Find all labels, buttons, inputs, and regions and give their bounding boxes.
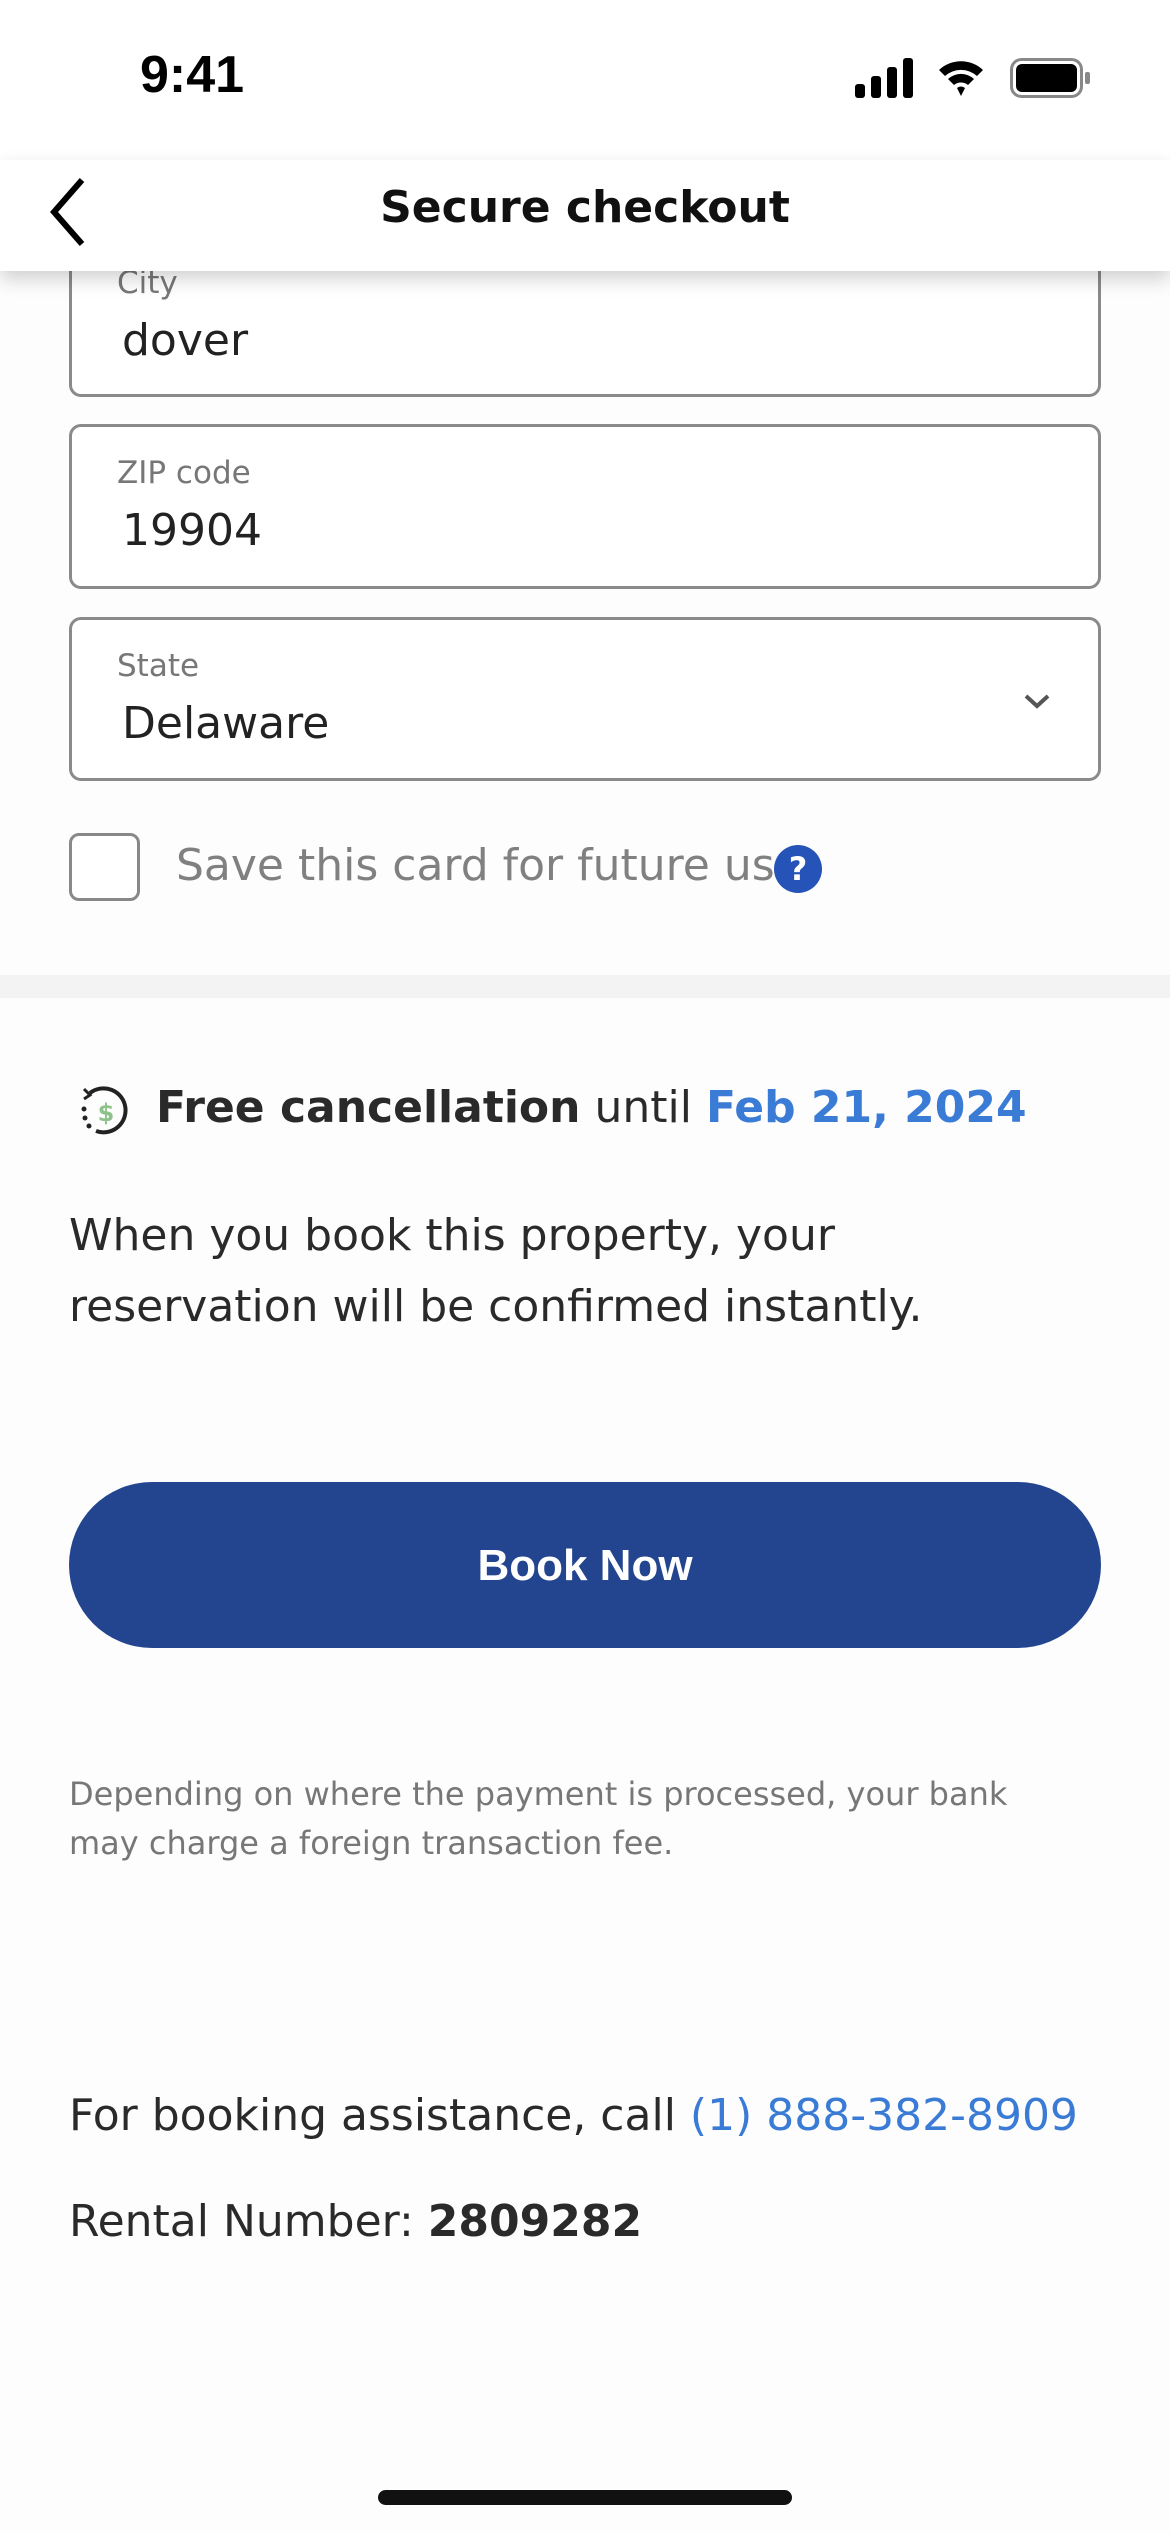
- confirmation-text: When you book this property, your reserv…: [69, 1210, 923, 1332]
- state-select[interactable]: State Delaware: [69, 617, 1101, 781]
- phone-link[interactable]: (1) 888-382-8909: [690, 2090, 1078, 2141]
- home-indicator[interactable]: [378, 2490, 792, 2505]
- assistance-label: For booking assistance, call: [69, 2090, 676, 2141]
- signal-icon: [855, 58, 913, 98]
- state-value: Delaware: [122, 698, 330, 749]
- nav-header: Secure checkout: [0, 160, 1170, 271]
- svg-text:$: $: [98, 1099, 115, 1127]
- rental-value: 2809282: [427, 2196, 643, 2247]
- state-label: State: [117, 648, 200, 684]
- fee-notice: Depending on where the payment is proces…: [69, 1775, 1008, 1862]
- city-value: dover: [122, 315, 249, 366]
- rental-label: Rental Number:: [69, 2196, 414, 2247]
- cancellation-date: Feb 21, 2024: [705, 1082, 1027, 1133]
- until-text: until: [594, 1082, 692, 1133]
- status-bar: 9:41: [0, 0, 1170, 160]
- status-time: 9:41: [140, 46, 245, 104]
- section-divider: [0, 975, 1170, 998]
- zip-label: ZIP code: [117, 455, 251, 491]
- page-title: Secure checkout: [380, 182, 790, 233]
- assistance-text: For booking assistance, call (1) 888-382…: [69, 2090, 1078, 2141]
- help-icon[interactable]: ?: [774, 845, 822, 893]
- save-card-checkbox[interactable]: [69, 833, 140, 901]
- zip-field[interactable]: ZIP code 19904: [69, 424, 1101, 589]
- free-cancellation-bold: Free cancellation: [156, 1082, 581, 1133]
- battery-icon: [1010, 58, 1090, 98]
- wifi-icon: [939, 61, 983, 96]
- save-card-label: Save this card for future use: [176, 840, 802, 891]
- rental-number: Rental Number: 2809282: [69, 2196, 642, 2247]
- zip-value: 19904: [122, 505, 262, 556]
- chevron-down-icon: [1024, 694, 1050, 709]
- free-cancellation-text: Free cancellation until Feb 21, 2024: [156, 1082, 1027, 1133]
- refund-clock-icon: $: [81, 1086, 128, 1135]
- book-now-button[interactable]: Book Now: [69, 1482, 1101, 1648]
